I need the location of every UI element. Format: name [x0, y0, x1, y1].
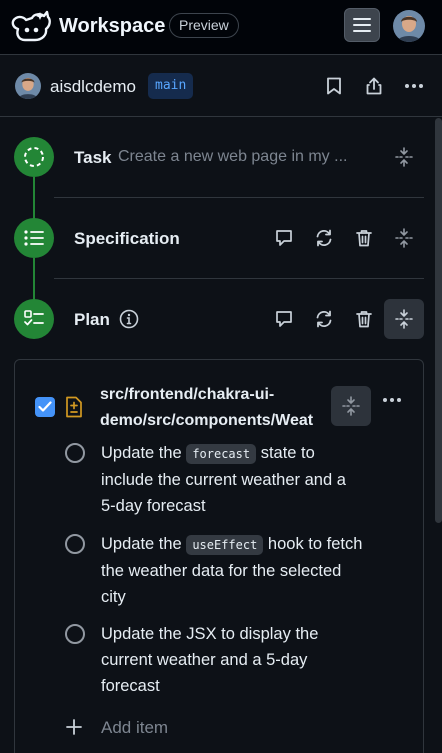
kebab-horizontal-icon — [405, 84, 423, 88]
plus-icon — [66, 719, 82, 735]
task-text[interactable]: Update the forecast state to include the… — [101, 440, 365, 519]
file-diff-icon — [66, 396, 82, 418]
step-task-description[interactable]: Create a new web page in my ... — [118, 148, 347, 166]
task-expand-button[interactable] — [388, 141, 420, 173]
menu-button[interactable] — [344, 8, 380, 42]
top-bar: Workspace Preview — [0, 0, 442, 55]
fold-icon — [342, 396, 360, 416]
plan-task-item: Update the useEffect hook to fetch the w… — [65, 531, 365, 611]
share-icon — [366, 77, 382, 95]
more-options-button[interactable] — [398, 70, 430, 102]
task-checkbox[interactable] — [65, 534, 85, 554]
user-avatar[interactable] — [393, 10, 425, 42]
copilot-logo-icon[interactable] — [10, 9, 52, 43]
branch-badge[interactable]: main — [148, 73, 194, 99]
step-divider — [54, 278, 424, 279]
bookmark-button[interactable] — [318, 70, 350, 102]
share-button[interactable] — [358, 70, 390, 102]
task-text-part: Update the — [101, 535, 187, 553]
bookmark-icon — [327, 77, 341, 95]
timeline-connector — [33, 177, 35, 219]
scrollbar-thumb[interactable] — [435, 118, 442, 523]
checklist-icon — [24, 310, 44, 326]
plan-collapse-button[interactable] — [384, 299, 424, 339]
check-icon — [38, 401, 52, 412]
file-path-line: src/frontend/chakra-ui- — [100, 386, 275, 403]
spec-delete-button[interactable] — [348, 222, 380, 254]
repo-name[interactable]: aisdlcdemo — [50, 77, 136, 97]
task-text[interactable]: Update the JSX to display the current we… — [101, 621, 365, 699]
step-specification-title[interactable]: Specification — [74, 229, 180, 249]
step-specification-marker — [14, 218, 54, 258]
comment-icon — [276, 230, 292, 246]
spec-comment-button[interactable] — [268, 222, 300, 254]
repo-bar: aisdlcdemo main — [0, 56, 442, 117]
plan-task-item: Update the forecast state to include the… — [65, 440, 365, 520]
unfold-icon — [395, 228, 413, 248]
spec-regenerate-button[interactable] — [308, 222, 340, 254]
file-path[interactable]: src/frontend/chakra-ui- demo/src/compone… — [100, 382, 332, 434]
comment-icon — [276, 311, 292, 327]
inline-code: forecast — [186, 444, 257, 464]
dashed-circle-icon — [24, 147, 44, 167]
kebab-horizontal-icon — [383, 398, 401, 402]
file-collapse-button[interactable] — [331, 386, 371, 426]
app-title: Workspace — [59, 15, 166, 37]
step-divider — [54, 197, 424, 198]
plan-task-item: Update the JSX to display the current we… — [65, 621, 365, 701]
file-path-line: demo/src/components/Weat — [100, 412, 314, 429]
plan-comment-button[interactable] — [268, 303, 300, 335]
info-icon — [119, 309, 139, 329]
task-text-part: Update the JSX to display the current we… — [101, 625, 319, 695]
task-checkbox[interactable] — [65, 443, 85, 463]
timeline-connector — [33, 258, 35, 300]
step-plan-title[interactable]: Plan — [74, 310, 110, 330]
list-icon — [24, 230, 44, 246]
spec-expand-button[interactable] — [388, 222, 420, 254]
task-checkbox[interactable] — [65, 624, 85, 644]
add-item-label: Add item — [101, 718, 169, 737]
plan-delete-button[interactable] — [348, 303, 380, 335]
sync-icon — [316, 229, 332, 247]
trash-icon — [356, 311, 372, 328]
file-checkbox[interactable] — [35, 397, 55, 417]
hamburger-menu-icon — [353, 18, 371, 32]
repo-owner-avatar — [15, 73, 41, 99]
step-plan-marker — [14, 299, 54, 339]
step-task-marker — [14, 137, 54, 177]
file-more-options-button[interactable] — [376, 384, 408, 416]
task-text[interactable]: Update the useEffect hook to fetch the w… — [101, 531, 365, 610]
unfold-icon — [395, 147, 413, 167]
inline-code: useEffect — [186, 535, 264, 555]
plan-info-button[interactable] — [113, 303, 145, 335]
sync-icon — [316, 310, 332, 328]
plan-regenerate-button[interactable] — [308, 303, 340, 335]
preview-badge: Preview — [169, 13, 239, 38]
trash-icon — [356, 230, 372, 247]
step-task-title[interactable]: Task — [74, 148, 112, 168]
task-text-part: Update the — [101, 444, 187, 462]
fold-icon — [395, 309, 413, 329]
